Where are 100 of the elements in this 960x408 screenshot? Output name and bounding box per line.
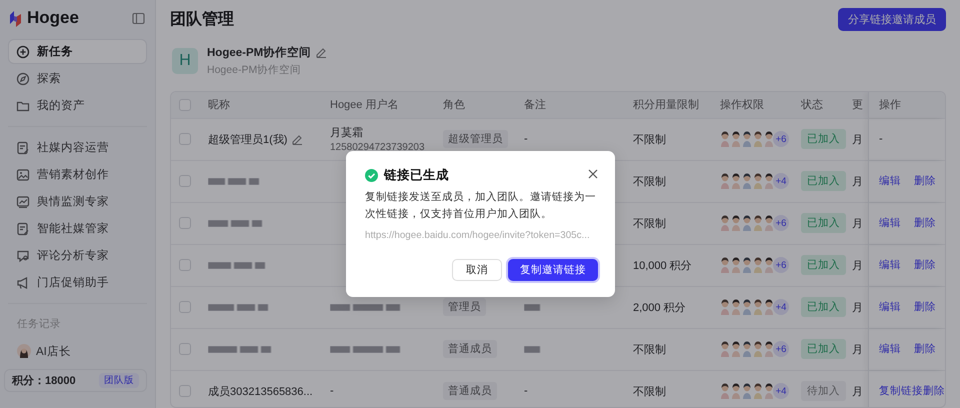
action-link[interactable]: 删除: [914, 300, 936, 314]
points-limit: 不限制: [633, 384, 666, 399]
compass-icon: [16, 72, 30, 86]
workspace-subtitle: Hogee-PM协作空间: [207, 62, 302, 77]
note: -: [524, 133, 528, 146]
history-item[interactable]: AI店长: [8, 339, 147, 363]
workspace-name: Hogee-PM协作空间: [207, 45, 312, 60]
more-count: +4: [773, 383, 789, 400]
plus-circle-icon: [16, 44, 30, 58]
avatar-group-icon: [720, 382, 774, 400]
sidebar-item[interactable]: 我的资产: [8, 93, 147, 118]
more-count: +6: [773, 341, 789, 358]
row-checkbox[interactable]: [179, 385, 191, 398]
points-limit: 不限制: [633, 216, 666, 231]
column-header: 备注: [524, 98, 546, 112]
action-link[interactable]: 删除: [914, 174, 936, 188]
success-icon: [365, 169, 378, 182]
column-header: 积分用量限制: [633, 98, 699, 112]
sidebar-item[interactable]: 营销素材创作: [8, 162, 147, 187]
avatar-icon: [17, 344, 31, 358]
row-checkbox[interactable]: [179, 301, 191, 314]
action-link[interactable]: 复制链接: [879, 384, 923, 398]
cancel-button[interactable]: 取消: [452, 259, 502, 281]
blurred-text: [208, 262, 265, 269]
status-tag: 已加入: [801, 339, 846, 360]
username: -: [330, 385, 334, 398]
status-tag: 已加入: [801, 297, 846, 318]
share-invite-button[interactable]: 分享链接邀请成员: [838, 8, 946, 32]
action-link[interactable]: 编辑: [879, 342, 901, 356]
column-header: 更: [852, 98, 863, 112]
status-tag: 已加入: [801, 171, 846, 192]
action-link[interactable]: 编辑: [879, 300, 901, 314]
points-limit: 不限制: [633, 342, 666, 357]
document-edit-icon: [16, 140, 30, 154]
action-link[interactable]: 删除: [914, 216, 936, 230]
sidebar-item[interactable]: 新任务: [8, 39, 147, 64]
blurred-text: [524, 304, 540, 311]
action-link[interactable]: 编辑: [879, 174, 901, 188]
row-checkbox[interactable]: [179, 343, 191, 356]
copy-link-button[interactable]: 复制邀请链接: [508, 259, 598, 281]
plan-badge: 团队版: [99, 373, 139, 388]
section-title: 任务记录: [16, 317, 62, 332]
column-header: 昵称: [208, 98, 230, 112]
status-tag: 已加入: [801, 255, 846, 276]
status-tag: 已加入: [801, 129, 846, 150]
sidebar-item[interactable]: 评论分析专家: [8, 243, 147, 268]
table-cell-text: 月: [852, 342, 863, 357]
image-icon: [16, 168, 30, 182]
row-checkbox[interactable]: [179, 259, 191, 272]
sidebar-item[interactable]: 门店促销助手: [8, 270, 147, 295]
table-cell-text: 月: [852, 132, 863, 147]
select-all-checkbox[interactable]: [179, 98, 191, 111]
row-checkbox[interactable]: [179, 133, 191, 146]
blurred-text: [330, 304, 400, 311]
document-edit-icon: [16, 222, 30, 236]
action-link[interactable]: 编辑: [879, 258, 901, 272]
points-limit: 2,000 积分: [633, 300, 686, 315]
blurred-text: [208, 346, 271, 353]
action-link[interactable]: 删除: [914, 258, 936, 272]
avatar-group-icon: [720, 214, 774, 232]
table-cell-text: 月: [852, 258, 863, 273]
logo-icon: [8, 9, 23, 27]
more-count: +4: [773, 299, 789, 316]
nickname: 超级管理员1(我): [208, 132, 288, 147]
more-count: +6: [773, 215, 789, 232]
column-header: 状态: [801, 98, 823, 112]
action-link[interactable]: 删除: [914, 342, 936, 356]
table-cell-text: 月: [852, 216, 863, 231]
points-limit: 10,000 积分: [633, 258, 692, 273]
role-tag: 普通成员: [443, 382, 497, 400]
table-cell-text: 月: [852, 300, 863, 315]
action-link[interactable]: 删除: [923, 384, 945, 398]
blurred-text: [208, 304, 268, 311]
row-checkbox[interactable]: [179, 217, 191, 230]
close-icon[interactable]: [588, 169, 598, 179]
row-checkbox[interactable]: [179, 175, 191, 188]
sidebar-item[interactable]: 社媒内容运营: [8, 135, 147, 160]
avatar-group-icon: [720, 172, 774, 190]
avatar-group-icon: [720, 340, 774, 358]
megaphone-icon: [16, 276, 30, 290]
sidebar-item[interactable]: 舆情监测专家: [8, 189, 147, 214]
column-header: 操作: [879, 98, 901, 112]
dialog-message: 复制链接发送至成员，加入团队。邀请链接为一次性链接，仅支持首位用户加入团队。: [365, 190, 597, 222]
column-header: 角色: [443, 98, 465, 112]
app-logo: Hogee: [27, 8, 79, 28]
more-count: +4: [773, 173, 789, 190]
blurred-text: [208, 220, 262, 227]
more-count: +6: [773, 257, 789, 274]
action-link[interactable]: 编辑: [879, 216, 901, 230]
sidebar-item[interactable]: 探索: [8, 66, 147, 91]
sidebar-item[interactable]: 智能社媒管家: [8, 216, 147, 241]
edit-icon: [291, 133, 304, 146]
avatar-group-icon: [720, 130, 774, 148]
role-tag: 普通成员: [443, 340, 497, 358]
nickname: 成员303213565836...: [208, 384, 313, 399]
blurred-text: [330, 346, 400, 353]
table-cell: -: [879, 133, 883, 146]
role-tag: 管理员: [443, 298, 486, 316]
page-title: 团队管理: [170, 10, 234, 30]
points-balance: 积分：18000: [12, 374, 76, 388]
